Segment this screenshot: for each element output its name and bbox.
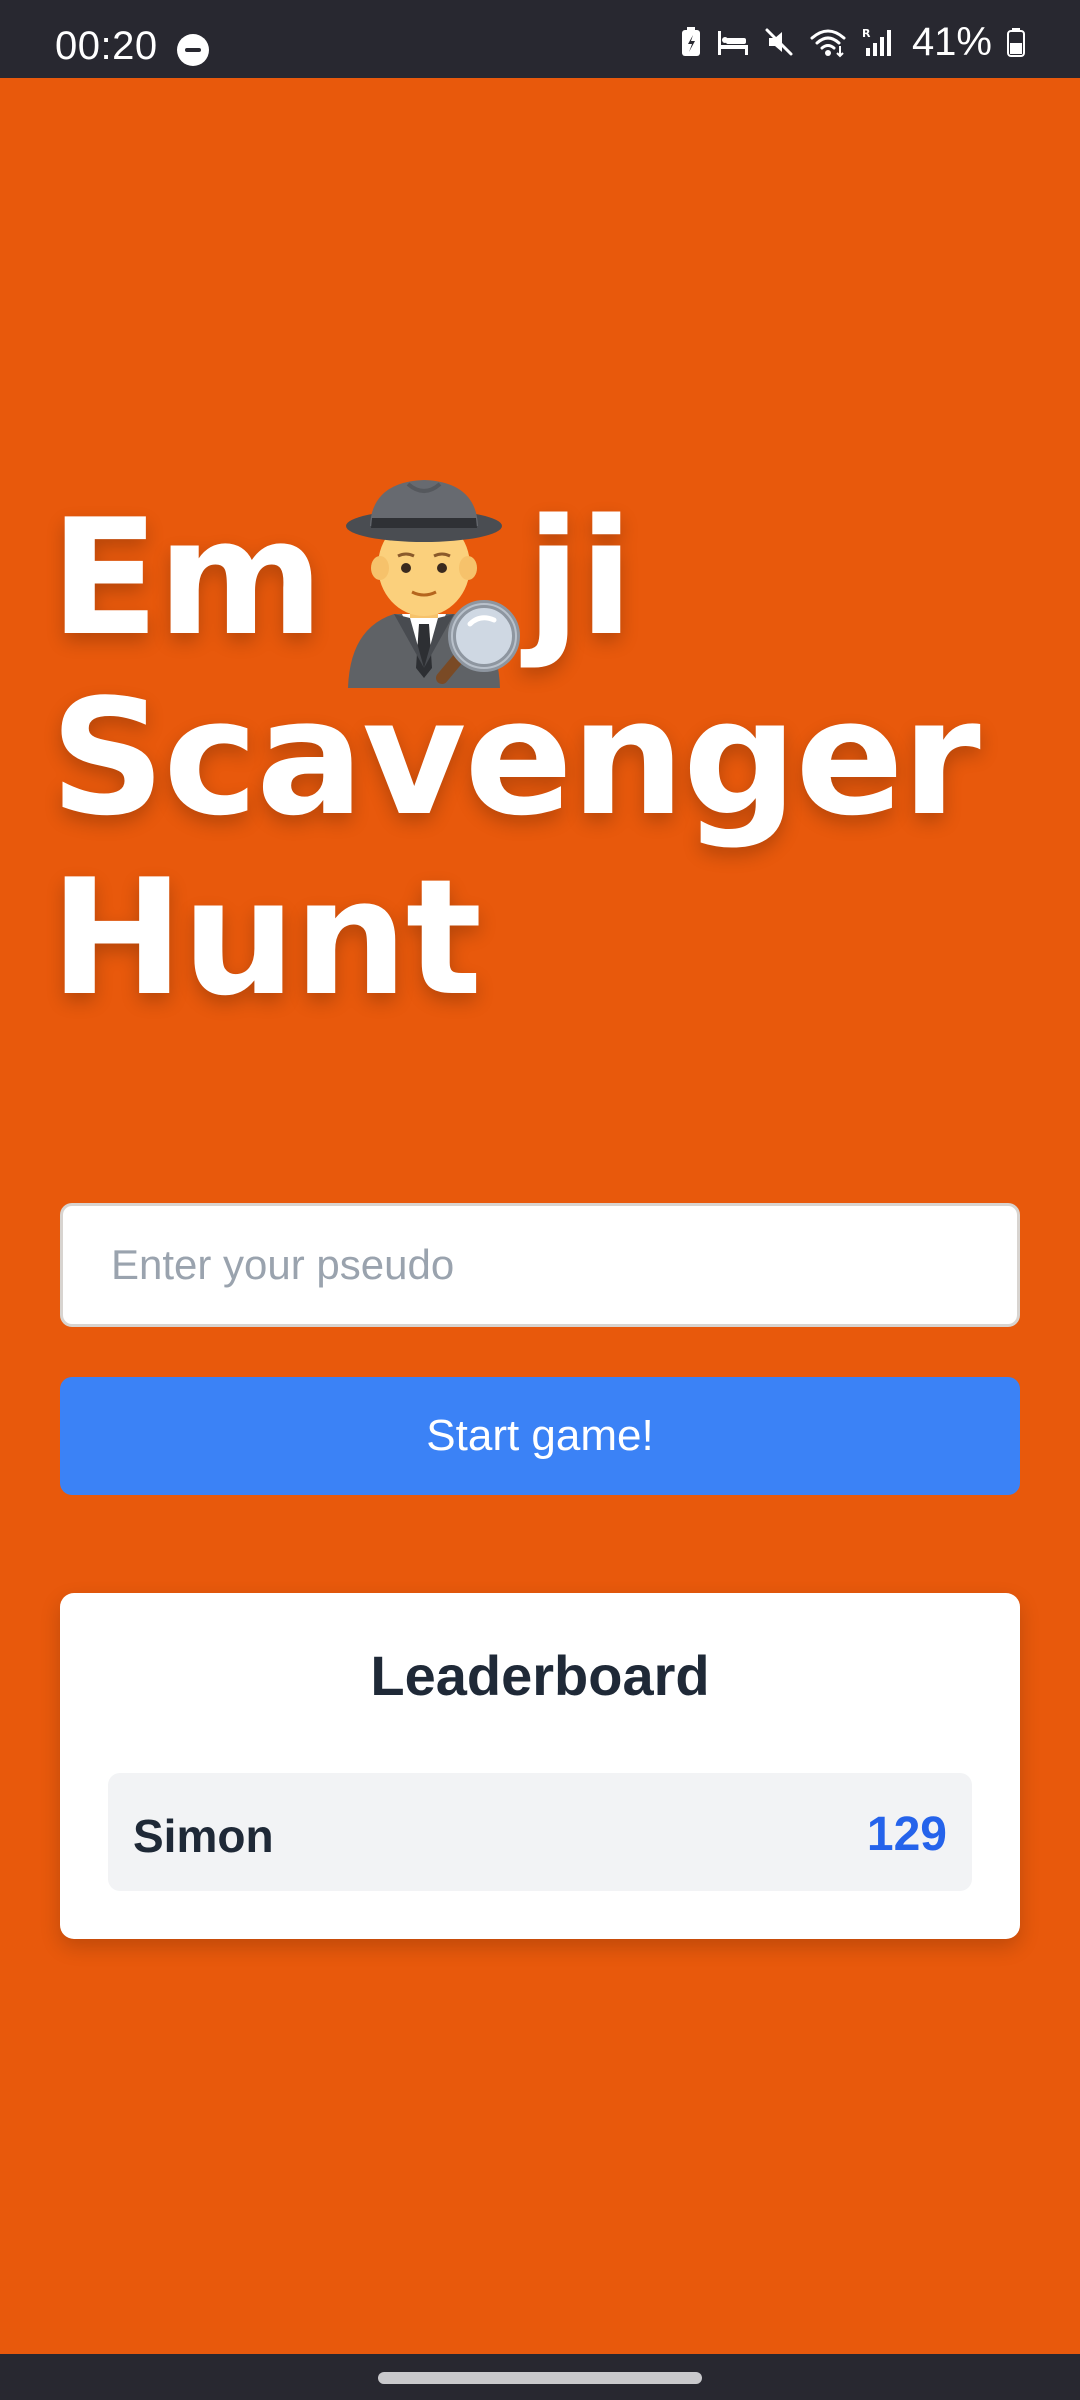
leaderboard-title: Leaderboard — [370, 1644, 710, 1707]
battery-icon — [1007, 28, 1025, 57]
leaderboard-row: Simon 129 — [108, 1773, 972, 1891]
detective-emoji-icon — [324, 468, 524, 688]
title-line-2: Scavenger — [50, 664, 981, 851]
navigation-bar — [0, 2354, 1080, 2400]
home-gesture-handle[interactable] — [378, 2372, 702, 2384]
wifi-icon — [810, 29, 846, 58]
title-line-3: Hunt — [50, 844, 482, 1031]
mute-icon — [765, 28, 793, 56]
app-title: Em ji Scavenger Hunt — [50, 480, 981, 1031]
title-line-1: Em ji — [50, 480, 979, 688]
svg-text:R: R — [862, 27, 871, 40]
status-bar: 00:20 R 41% — [0, 0, 1080, 78]
pseudo-input[interactable] — [60, 1203, 1020, 1327]
do-not-disturb-icon — [177, 34, 209, 66]
start-game-button[interactable]: Start game! — [60, 1377, 1020, 1495]
player-score: 129 — [866, 1808, 947, 1861]
title-part-em: Em — [50, 484, 324, 671]
status-icons: R 41% — [680, 19, 1026, 64]
leaderboard-card: Leaderboard Simon 129 — [60, 1593, 1020, 1939]
title-part-ji: ji — [526, 484, 634, 671]
battery-saver-icon — [681, 27, 700, 56]
signal-icon: R — [862, 27, 891, 56]
sleep-mode-icon — [717, 31, 748, 55]
battery-percentage: 41% — [911, 19, 992, 64]
player-name: Simon — [133, 1810, 274, 1862]
status-time: 00:20 — [55, 24, 158, 68]
